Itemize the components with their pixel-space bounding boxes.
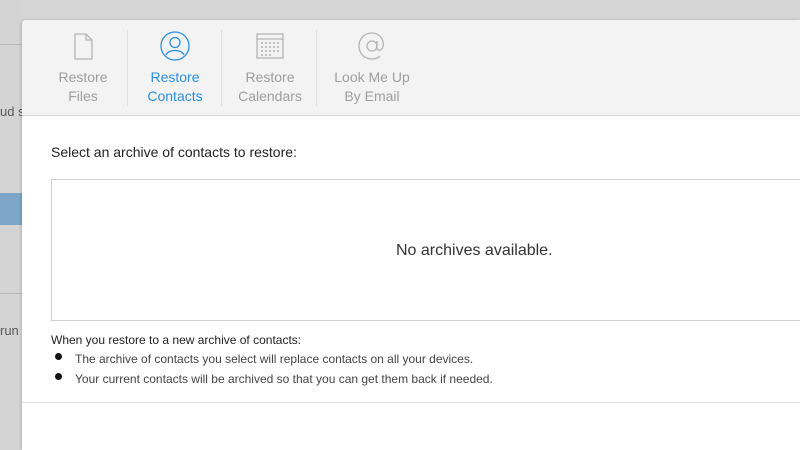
restore-info-heading: When you restore to a new archive of con… bbox=[51, 333, 302, 347]
contact-icon bbox=[160, 31, 190, 61]
background-divider bbox=[0, 44, 22, 45]
empty-archive-message: No archives available. bbox=[396, 242, 553, 259]
background-text: run bbox=[0, 323, 19, 338]
tab-label: Calendars bbox=[238, 88, 302, 104]
archive-select-heading: Select an archive of contacts to restore… bbox=[51, 144, 297, 160]
bullet-text: Your current contacts will be archived s… bbox=[75, 372, 493, 386]
restore-dialog: Restore Files Restore Contacts Restore C… bbox=[22, 20, 800, 450]
background-sidebar bbox=[0, 0, 22, 450]
archive-list[interactable]: No archives available. bbox=[51, 179, 800, 321]
list-item: The archive of contacts you select will … bbox=[55, 352, 473, 366]
tab-label: Restore bbox=[150, 69, 200, 85]
background-divider bbox=[0, 293, 22, 294]
footer-divider bbox=[22, 402, 800, 403]
tab-label: Files bbox=[68, 88, 98, 104]
tab-label: Restore bbox=[245, 69, 295, 85]
tab-label: Restore bbox=[58, 69, 108, 85]
bullet-icon bbox=[55, 353, 62, 361]
background-text: ud s bbox=[0, 104, 22, 119]
bullet-icon bbox=[55, 373, 62, 381]
tab-look-me-up-by-email[interactable]: Look Me Up By Email bbox=[324, 20, 420, 115]
tab-restore-files[interactable]: Restore Files bbox=[44, 20, 122, 115]
tab-toolbar: Restore Files Restore Contacts Restore C… bbox=[22, 20, 800, 116]
tab-label: By Email bbox=[344, 88, 400, 104]
tab-label: Contacts bbox=[147, 88, 203, 104]
tab-separator bbox=[316, 30, 317, 106]
bullet-text: The archive of contacts you select will … bbox=[75, 352, 474, 366]
tab-separator bbox=[221, 30, 222, 106]
tab-separator bbox=[127, 30, 128, 106]
list-item: Your current contacts will be archived s… bbox=[55, 372, 493, 386]
document-icon bbox=[74, 33, 93, 60]
tab-restore-contacts[interactable]: Restore Contacts bbox=[134, 20, 216, 115]
tab-label: Look Me Up bbox=[334, 69, 410, 85]
at-icon bbox=[358, 32, 384, 60]
tab-restore-calendars[interactable]: Restore Calendars bbox=[228, 20, 312, 115]
background-selected-row bbox=[0, 193, 22, 225]
calendar-icon bbox=[256, 33, 284, 59]
